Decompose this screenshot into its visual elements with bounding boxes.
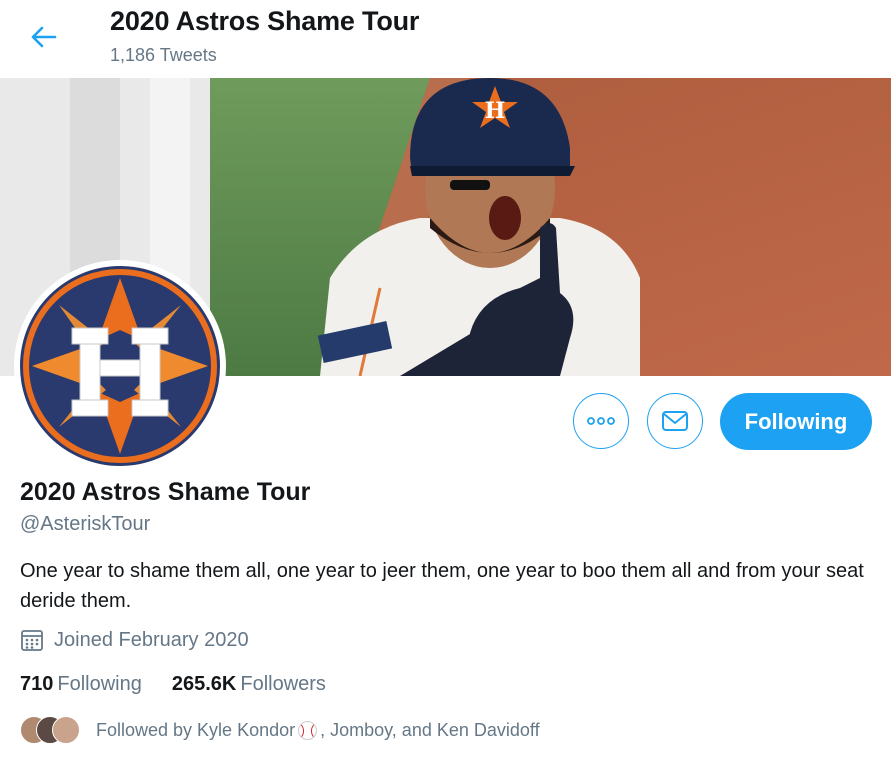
joined-label: Joined February 2020 (54, 628, 249, 651)
header-title: 2020 Astros Shame Tour (110, 6, 420, 36)
followed-by-suffix: , Jomboy, and Ken Davidoff (320, 719, 540, 740)
back-arrow-icon (31, 26, 57, 48)
back-button[interactable] (26, 20, 60, 54)
avatar (52, 716, 80, 744)
more-icon (587, 417, 615, 425)
message-button[interactable] (647, 393, 703, 449)
profile-name: 2020 Astros Shame Tour (20, 478, 311, 506)
following-count: 710 (20, 673, 54, 695)
more-options-button[interactable] (573, 393, 629, 449)
profile-handle: @AsteriskTour (20, 513, 151, 535)
following-count-link[interactable]: 710 Following (20, 673, 142, 696)
profile-header: 2020 Astros Shame Tour 1,186 Tweets (0, 0, 891, 78)
profile-avatar[interactable] (14, 260, 226, 472)
astros-logo-icon (20, 266, 220, 466)
tweet-count: 1,186 Tweets (110, 45, 217, 65)
calendar-icon (20, 628, 44, 652)
baseball-emoji-icon (298, 720, 318, 740)
profile-bio: One year to shame them all, one year to … (20, 560, 864, 612)
following-label: Following (57, 673, 142, 695)
followed-by[interactable]: Followed by Kyle Kondor , Jomboy, and Ke… (20, 716, 540, 744)
followers-count: 265.6K (171, 673, 237, 695)
follower-avatars (20, 716, 82, 744)
svg-text:H: H (485, 98, 506, 124)
mail-icon (662, 411, 688, 431)
joined-date: Joined February 2020 (20, 628, 249, 652)
following-button[interactable]: Following (720, 393, 872, 450)
followers-label: Followers (240, 673, 326, 695)
followed-by-prefix: Followed by Kyle Kondor (96, 719, 296, 740)
followers-count-link[interactable]: 265.6K Followers (172, 673, 326, 696)
profile-stats: 710 Following 265.6K Followers (20, 673, 356, 696)
